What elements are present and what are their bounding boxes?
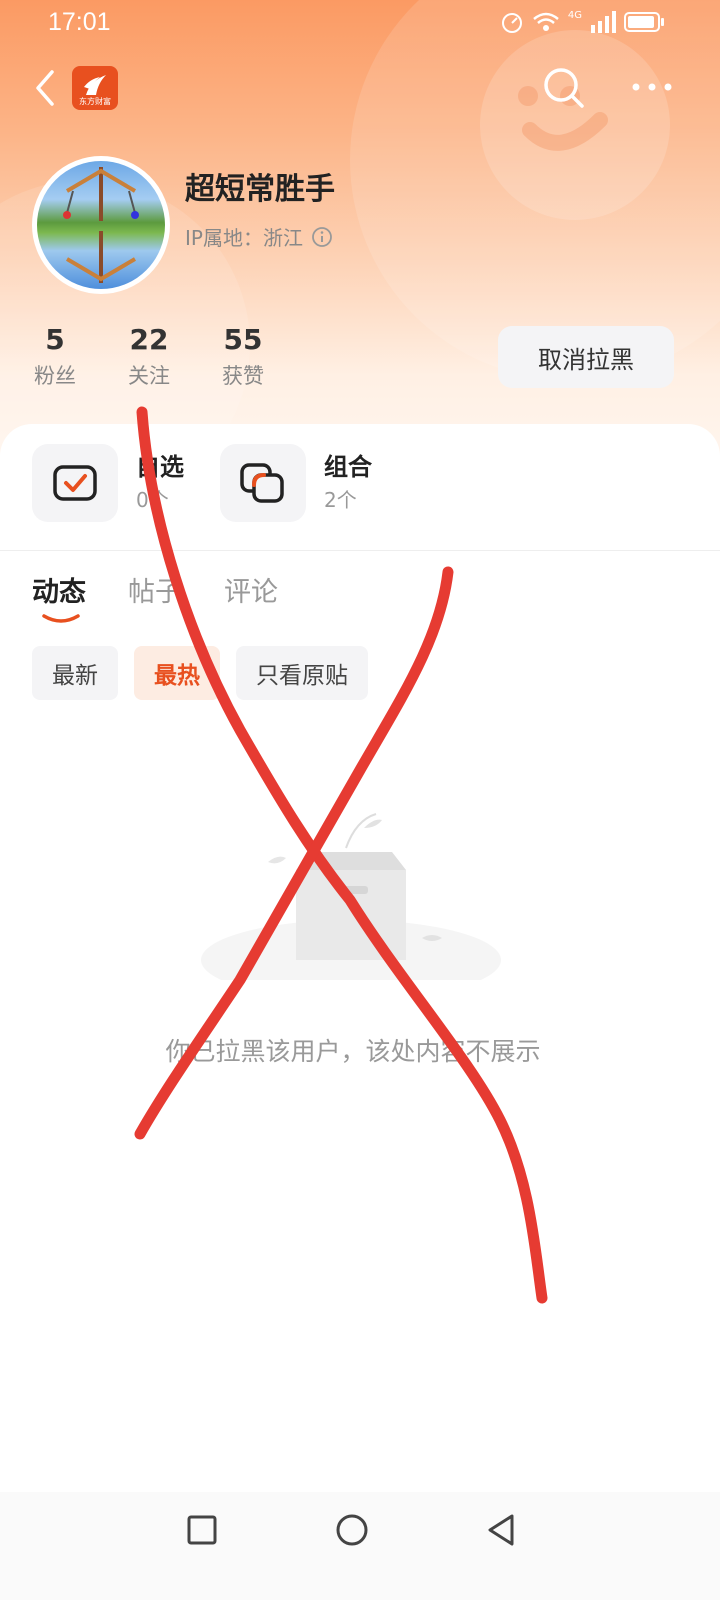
stat-likes[interactable]: 55 获赞	[208, 322, 278, 390]
quick-link-title: 自选	[136, 453, 184, 481]
signal-icon	[591, 11, 616, 33]
search-icon[interactable]	[540, 64, 588, 112]
quick-link-portfolio[interactable]: 组合 2个	[220, 444, 372, 522]
unblock-button[interactable]: 取消拉黑	[498, 326, 674, 388]
back-chevron-icon[interactable]	[28, 66, 62, 110]
stat-label: 粉丝	[34, 364, 76, 388]
status-icons: 4G	[500, 10, 666, 34]
more-dots-icon[interactable]	[628, 72, 676, 102]
stacked-squares-icon	[240, 463, 284, 503]
active-tab-indicator	[42, 614, 80, 623]
quick-link-count: 2个	[324, 488, 357, 512]
network-type-label: 4G	[567, 10, 582, 21]
sort-filters: 最新 最热 只看原贴	[32, 646, 368, 700]
back-triangle-icon[interactable]	[482, 1510, 522, 1550]
empty-box-illustration	[201, 813, 501, 980]
app-logo-text: 东方财富	[79, 97, 111, 106]
tab-posts[interactable]: 帖子	[128, 570, 182, 609]
section-divider	[0, 550, 720, 551]
status-time: 17:01	[48, 8, 111, 36]
stat-label: 关注	[128, 364, 170, 388]
ip-location-text: IP属地：浙江	[185, 226, 303, 250]
ip-location-row: IP属地：浙江	[185, 222, 333, 251]
content-tabs: 动态 帖子 评论	[32, 570, 278, 623]
tab-label: 帖子	[128, 577, 182, 608]
quick-link-icon-box	[220, 444, 306, 522]
empty-state-message: 你已拉黑该用户，该处内容不展示	[165, 1037, 541, 1066]
filter-original-only[interactable]: 只看原贴	[236, 646, 368, 700]
app-logo[interactable]: 东方财富	[72, 66, 118, 110]
tab-label: 评论	[224, 577, 278, 608]
avatar-photo	[63, 167, 139, 283]
info-icon[interactable]	[311, 226, 333, 248]
system-navigation-bar	[0, 1492, 720, 1600]
tab-comments[interactable]: 评论	[224, 570, 278, 609]
stat-followers[interactable]: 5 粉丝	[20, 322, 90, 390]
recent-apps-icon[interactable]	[182, 1510, 222, 1550]
tab-activity[interactable]: 动态	[32, 570, 86, 623]
home-icon[interactable]	[332, 1510, 372, 1550]
stat-value: 5	[45, 323, 65, 356]
stat-following[interactable]: 22 关注	[114, 322, 184, 390]
filter-hottest[interactable]: 最热	[134, 646, 220, 700]
quick-link-text: 自选 0个	[136, 450, 184, 516]
checkbox-icon	[53, 465, 97, 501]
status-bar: 17:01 4G	[0, 0, 720, 46]
avatar[interactable]	[32, 156, 170, 294]
quick-link-title: 组合	[324, 453, 372, 481]
quick-link-icon-box	[32, 444, 118, 522]
quick-link-count: 0个	[136, 488, 169, 512]
speed-meter-icon	[501, 13, 522, 33]
logo-mark-icon	[84, 75, 106, 95]
quick-link-watchlist[interactable]: 自选 0个	[32, 444, 184, 522]
stat-label: 获赞	[222, 364, 264, 388]
username: 超短常胜手	[185, 172, 335, 207]
stat-value: 55	[223, 323, 263, 356]
quick-link-text: 组合 2个	[324, 450, 372, 516]
battery-icon	[624, 12, 664, 32]
tab-label: 动态	[32, 577, 86, 608]
filter-latest[interactable]: 最新	[32, 646, 118, 700]
stat-value: 22	[129, 323, 169, 356]
wifi-icon	[533, 12, 559, 31]
